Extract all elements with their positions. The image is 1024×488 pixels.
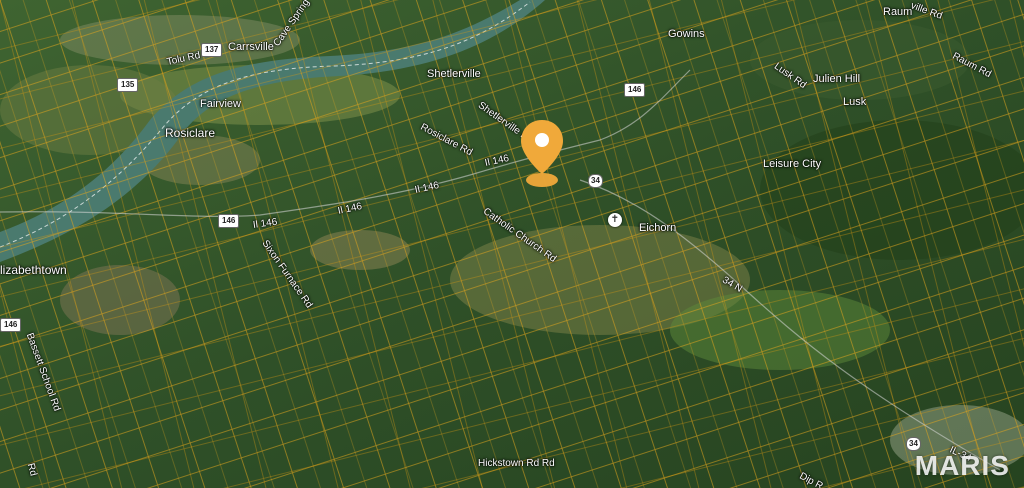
road-label-il146-b: Il 146 [413,180,441,196]
town-label-elizabethtown: lizabethtown [0,263,67,277]
town-label-lusk: Lusk [843,96,867,108]
road-label-bassett-school-rd: Bassett School Rd [23,331,63,413]
town-label-julien-hill: Julien Hill [813,73,861,85]
location-pin-icon[interactable] [519,118,565,190]
map-view[interactable]: Rosiclare lizabethtown Carrsville Shetle… [0,0,1024,488]
town-label-carrsville: Carrsville [228,41,274,53]
road-label-rosiclare-rd: Rosiclare Rd [418,121,475,159]
town-label-rosiclare: Rosiclare [165,126,216,140]
road-label-ville-rd: ville Rd [909,0,944,22]
satellite-imagery [0,0,1024,488]
highway-shield-135: 135 [117,78,139,92]
town-label-raum: Raum [883,6,913,18]
road-label-raum-rd: Raum Rd [950,50,993,81]
highway-shield-146-b: 146 [218,214,240,228]
town-label-eichorn: Eichorn [639,222,677,234]
road-label-34n: 34 N [720,274,745,295]
road-label-sixon-furnace-rd: Sixon Furnace Rd [259,238,315,311]
road-label-catholic-church-rd: Catholic Church Rd [480,205,559,265]
highway-shield-34-b: 34 [906,437,921,451]
road-label-tolu-rd: Tolu Rd [165,50,202,68]
church-icon: ✝ [608,213,622,227]
road-label-cave-spring: Cave Spring [271,0,313,49]
road-label-il146-a: Il 146 [483,153,511,169]
highway-shield-146-a: 146 [624,83,646,97]
road-label-shetlerville-rd: Shetlerville R [475,99,531,143]
road-label-rd: Rd [24,462,39,478]
town-label-shetlerville: Shetlerville [427,68,481,80]
road-label-hickstown-rd: Hickstown Rd Rd [478,458,555,469]
town-label-leisure-city: Leisure City [763,158,822,170]
highway-shield-146-c: 146 [0,318,22,332]
town-label-gowins: Gowins [668,28,705,40]
maris-watermark: MARIS [914,450,1010,481]
road-label-dip-rd: Dip R [797,470,825,488]
road-label-lusk-rd: Lusk Rd [771,60,809,92]
road-label-il146-c: Il 146 [336,201,364,217]
town-label-fairview: Fairview [200,98,241,110]
highway-shield-137: 137 [201,43,223,57]
road-label-il146-d: Il 146 [252,216,278,231]
highway-shield-34-a: 34 [588,174,603,188]
